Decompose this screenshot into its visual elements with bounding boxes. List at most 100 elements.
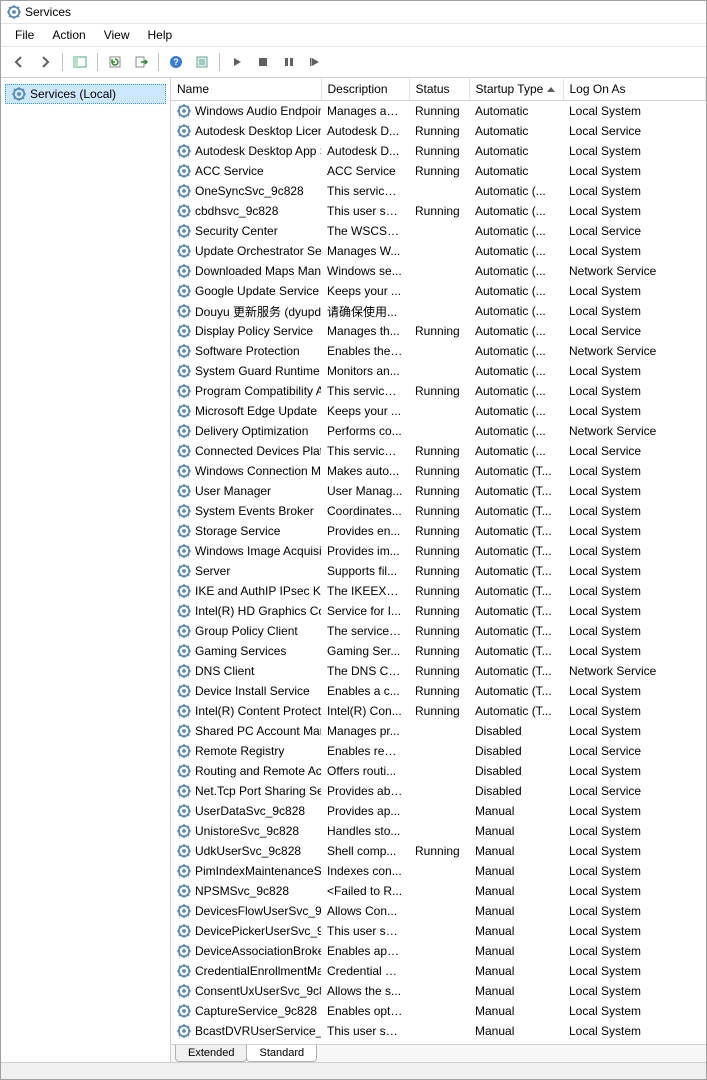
service-logon-as: Local System — [563, 941, 706, 961]
column-header-name[interactable]: Name — [171, 78, 321, 101]
table-row[interactable]: DeviceAssociationBrokerSv...Enables app.… — [171, 941, 706, 961]
table-row[interactable]: Software ProtectionEnables the ...Automa… — [171, 341, 706, 361]
table-row[interactable]: Intel(R) Content Protection ...Intel(R) … — [171, 701, 706, 721]
table-row[interactable]: System Events BrokerCoordinates...Runnin… — [171, 501, 706, 521]
show-hide-tree-button[interactable] — [68, 50, 92, 74]
service-name: Server — [195, 564, 230, 578]
stop-service-button[interactable] — [251, 50, 275, 74]
table-row[interactable]: Connected Devices Platfor...This service… — [171, 441, 706, 461]
table-row[interactable]: CaptureService_9c828Enables opti...Manua… — [171, 1001, 706, 1021]
table-row[interactable]: Google Update Service (gup...Keeps your … — [171, 281, 706, 301]
table-row[interactable]: Group Policy ClientThe service i...Runni… — [171, 621, 706, 641]
services-icon — [12, 87, 26, 101]
help-button[interactable]: ? — [164, 50, 188, 74]
menu-help[interactable]: Help — [140, 26, 181, 44]
table-row[interactable]: Autodesk Desktop App Serv...Autodesk D..… — [171, 141, 706, 161]
table-row[interactable]: ConsentUxUserSvc_9c828Allows the s...Man… — [171, 981, 706, 1001]
table-row[interactable]: OneSyncSvc_9c828This service ...Automati… — [171, 181, 706, 201]
service-logon-as: Local System — [563, 521, 706, 541]
start-service-button[interactable] — [225, 50, 249, 74]
service-logon-as: Local Service — [563, 441, 706, 461]
table-row[interactable]: Downloaded Maps ManagerWindows se...Auto… — [171, 261, 706, 281]
table-row[interactable]: AarSvc_9c828Runtime for...ManualLocal Sy… — [171, 1041, 706, 1044]
table-row[interactable]: Storage ServiceProvides en...RunningAuto… — [171, 521, 706, 541]
service-status — [409, 401, 469, 421]
service-description: Allows Con... — [321, 901, 409, 921]
table-row[interactable]: Shared PC Account ManagerManages pr...Di… — [171, 721, 706, 741]
table-row[interactable]: Remote RegistryEnables rem...DisabledLoc… — [171, 741, 706, 761]
service-name: PimIndexMaintenanceSvc_... — [195, 864, 321, 878]
gear-icon — [177, 364, 191, 378]
toolbar: ? — [1, 47, 706, 78]
table-row[interactable]: DevicesFlowUserSvc_9c828Allows Con...Man… — [171, 901, 706, 921]
table-row[interactable]: Autodesk Desktop Licensin...Autodesk D..… — [171, 121, 706, 141]
service-name: Downloaded Maps Manager — [195, 264, 321, 278]
table-row[interactable]: Gaming ServicesGaming Ser...RunningAutom… — [171, 641, 706, 661]
table-row[interactable]: Display Policy ServiceManages th...Runni… — [171, 321, 706, 341]
table-row[interactable]: Windows Connection Mana...Makes auto...R… — [171, 461, 706, 481]
table-row[interactable]: User ManagerUser Manag...RunningAutomati… — [171, 481, 706, 501]
properties-button[interactable] — [190, 50, 214, 74]
table-row[interactable]: DevicePickerUserSvc_9c828This user ser..… — [171, 921, 706, 941]
table-row[interactable]: Douyu 更新服务 (dyupdate)请确保使用...Automatic (… — [171, 301, 706, 321]
column-header-description[interactable]: Description — [321, 78, 409, 101]
tree-node-services-local[interactable]: Services (Local) — [5, 84, 166, 104]
menu-file[interactable]: File — [7, 26, 42, 44]
table-row[interactable]: Intel(R) HD Graphics Contro...Service fo… — [171, 601, 706, 621]
table-row[interactable]: cbdhsvc_9c828This user ser...RunningAuto… — [171, 201, 706, 221]
service-name: Gaming Services — [195, 644, 286, 658]
service-description: Gaming Ser... — [321, 641, 409, 661]
table-row[interactable]: NPSMSvc_9c828<Failed to R...ManualLocal … — [171, 881, 706, 901]
column-header-logon-as[interactable]: Log On As — [563, 78, 706, 101]
refresh-button[interactable] — [103, 50, 127, 74]
column-header-status[interactable]: Status — [409, 78, 469, 101]
table-row[interactable]: CredentialEnrollmentMana...Credential E.… — [171, 961, 706, 981]
table-row[interactable]: UnistoreSvc_9c828Handles sto...ManualLoc… — [171, 821, 706, 841]
table-row[interactable]: Security CenterThe WSCSV...Automatic (..… — [171, 221, 706, 241]
table-row[interactable]: UserDataSvc_9c828Provides ap...ManualLoc… — [171, 801, 706, 821]
service-status — [409, 761, 469, 781]
table-row[interactable]: UdkUserSvc_9c828Shell comp...RunningManu… — [171, 841, 706, 861]
table-row[interactable]: ServerSupports fil...RunningAutomatic (T… — [171, 561, 706, 581]
back-button[interactable] — [7, 50, 31, 74]
service-name: NPSMSvc_9c828 — [195, 884, 289, 898]
pause-service-button[interactable] — [277, 50, 301, 74]
tab-standard[interactable]: Standard — [246, 1045, 317, 1062]
table-row[interactable]: Net.Tcp Port Sharing ServiceProvides abi… — [171, 781, 706, 801]
column-header-startup-type[interactable]: Startup Type — [469, 78, 563, 101]
table-row[interactable]: Update Orchestrator ServiceManages W...A… — [171, 241, 706, 261]
table-row[interactable]: IKE and AuthIP IPsec Keying...The IKEEXT… — [171, 581, 706, 601]
gear-icon — [177, 184, 191, 198]
restart-service-button[interactable] — [303, 50, 327, 74]
table-row[interactable]: PimIndexMaintenanceSvc_...Indexes con...… — [171, 861, 706, 881]
gear-icon — [177, 324, 191, 338]
export-list-button[interactable] — [129, 50, 153, 74]
service-name: Windows Audio Endpoint B... — [195, 104, 321, 118]
service-name: Windows Image Acquisitio... — [195, 544, 321, 558]
table-row[interactable]: System Guard Runtime Mo...Monitors an...… — [171, 361, 706, 381]
service-name: UserDataSvc_9c828 — [195, 804, 305, 818]
table-row[interactable]: Windows Audio Endpoint B...Manages au...… — [171, 101, 706, 122]
tab-extended[interactable]: Extended — [175, 1045, 247, 1062]
service-startup-type: Manual — [469, 901, 563, 921]
table-row[interactable]: DNS ClientThe DNS Cli...RunningAutomatic… — [171, 661, 706, 681]
table-row[interactable]: Delivery OptimizationPerforms co...Autom… — [171, 421, 706, 441]
forward-button[interactable] — [33, 50, 57, 74]
service-name: Autodesk Desktop Licensin... — [195, 124, 321, 138]
table-row[interactable]: BcastDVRUserService_9c828This user ser..… — [171, 1021, 706, 1041]
service-name: Update Orchestrator Service — [195, 244, 321, 258]
table-row[interactable]: Routing and Remote AccessOffers routi...… — [171, 761, 706, 781]
service-description: The DNS Cli... — [321, 661, 409, 681]
service-list[interactable]: Name Description Status Startup Type Log… — [171, 78, 706, 1044]
gear-icon — [177, 204, 191, 218]
service-startup-type: Automatic (T... — [469, 461, 563, 481]
table-row[interactable]: ACC ServiceACC ServiceRunningAutomaticLo… — [171, 161, 706, 181]
menu-view[interactable]: View — [96, 26, 138, 44]
table-row[interactable]: Microsoft Edge Update Serv...Keeps your … — [171, 401, 706, 421]
service-status: Running — [409, 501, 469, 521]
table-row[interactable]: Device Install ServiceEnables a c...Runn… — [171, 681, 706, 701]
table-row[interactable]: Program Compatibility Assi...This servic… — [171, 381, 706, 401]
service-startup-type: Manual — [469, 841, 563, 861]
table-row[interactable]: Windows Image Acquisitio...Provides im..… — [171, 541, 706, 561]
menu-action[interactable]: Action — [44, 26, 93, 44]
